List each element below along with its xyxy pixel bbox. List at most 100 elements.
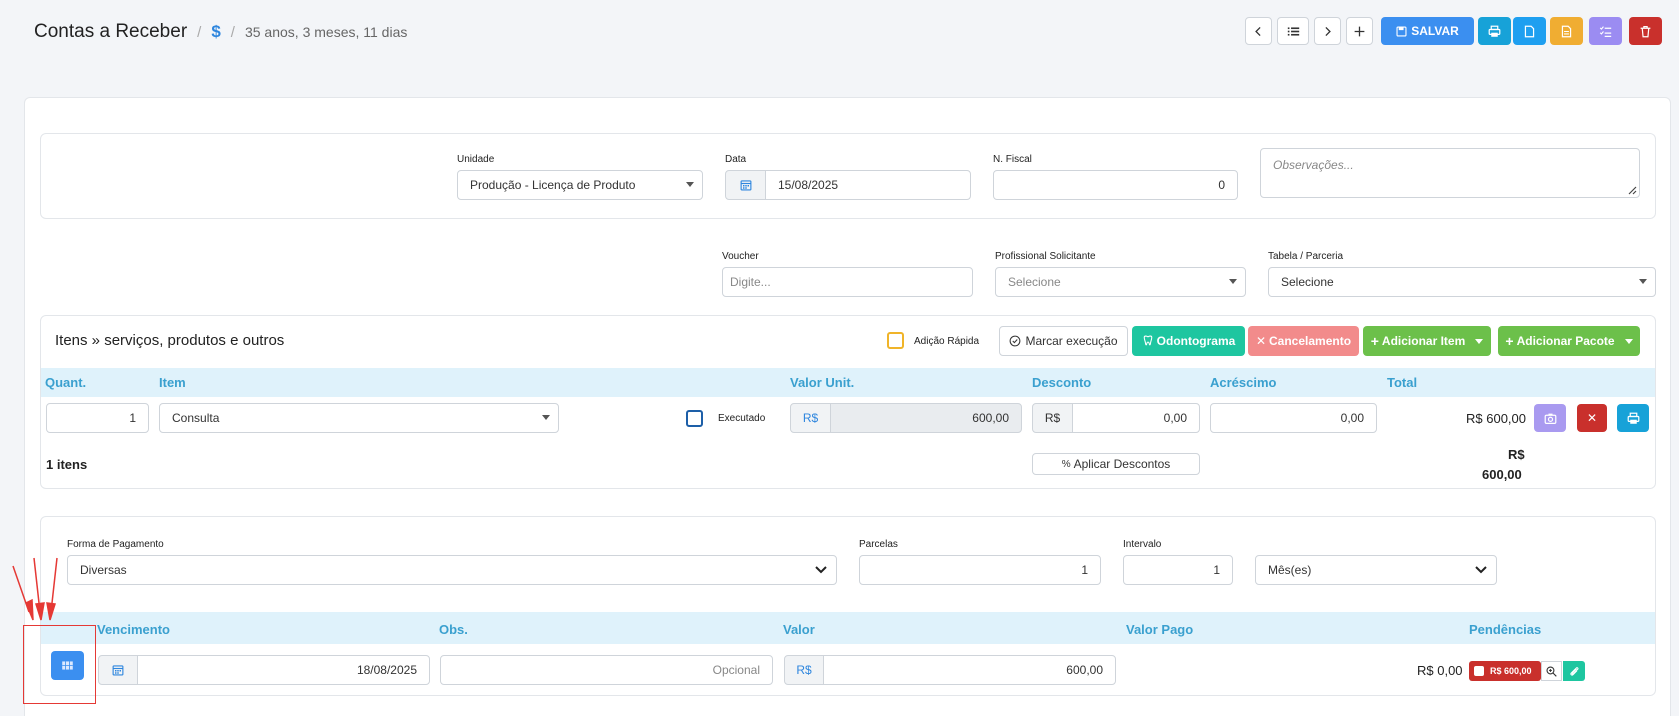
quick-add-label: Adição Rápida: [914, 336, 980, 347]
quick-add-checkbox[interactable]: [887, 332, 904, 349]
calendar-button[interactable]: [725, 170, 766, 200]
close-icon: ✕: [1586, 411, 1598, 425]
mark-execution-button[interactable]: Marcar execução: [999, 326, 1128, 356]
plus-icon: [1354, 26, 1365, 36]
calendar-icon: [112, 665, 124, 676]
tabela-label: Tabela / Parceria: [1268, 251, 1344, 262]
delete-button[interactable]: [1629, 17, 1662, 45]
voucher-input[interactable]: Digite...: [722, 267, 973, 297]
tabela-value: Selecione: [1281, 275, 1334, 289]
file-text-icon: [1561, 25, 1572, 37]
remove-item-button[interactable]: ✕: [1577, 404, 1607, 432]
save-button[interactable]: SALVAR: [1381, 17, 1474, 45]
items-table-header: Quant. Item Valor Unit. Desconto Acrésci…: [41, 368, 1655, 397]
resize-handle-icon[interactable]: [1627, 185, 1637, 195]
due-date-calendar-button[interactable]: [98, 655, 138, 685]
unidade-select[interactable]: Produção - Licença de Produto: [457, 170, 703, 200]
obs-input[interactable]: Opcional: [440, 655, 773, 685]
profissional-select[interactable]: Selecione: [995, 267, 1246, 297]
items-count: 1 itens: [46, 457, 88, 472]
intervalo-label: Intervalo: [1123, 539, 1162, 550]
checklist-icon: [1599, 25, 1612, 37]
intervalo-value: 1: [1213, 563, 1220, 577]
check-circle-icon: [1010, 335, 1021, 347]
print-button[interactable]: [1478, 17, 1511, 45]
due-date-value: 18/08/2025: [356, 663, 417, 677]
pending-badge-label: R$ 600,00: [1490, 666, 1532, 676]
file-text-button[interactable]: [1550, 17, 1583, 45]
attach-button[interactable]: [1563, 661, 1585, 681]
breadcrumb-separator: /: [197, 23, 202, 41]
zoom-in-icon: [1546, 665, 1557, 677]
nfiscal-label: N. Fiscal: [993, 154, 1032, 165]
currency-label: R$: [802, 411, 819, 425]
close-icon: ✕: [1255, 334, 1267, 348]
nfiscal-input[interactable]: 0: [993, 170, 1238, 200]
odontograma-label: Odontograma: [1156, 334, 1236, 348]
voucher-label: Voucher: [722, 251, 759, 262]
profissional-label: Profissional Solicitante: [995, 251, 1096, 262]
executed-checkbox[interactable]: [686, 410, 703, 427]
next-button[interactable]: [1314, 17, 1341, 45]
addition-input[interactable]: 0,00: [1210, 403, 1377, 433]
cancelamento-label: Cancelamento: [1269, 334, 1352, 348]
chevron-down-icon: [815, 566, 827, 574]
parcelas-input[interactable]: 1: [859, 555, 1101, 585]
print-item-button[interactable]: [1617, 404, 1649, 432]
column-header: Desconto: [1032, 375, 1092, 390]
add-item-button[interactable]: + Adicionar Item: [1363, 326, 1491, 356]
unit-value-input[interactable]: 600,00: [830, 403, 1022, 433]
plus-icon: +: [1505, 333, 1514, 349]
cancelamento-button[interactable]: ✕ Cancelamento: [1248, 326, 1359, 356]
column-header: Valor: [783, 622, 815, 637]
chevron-right-icon: [1325, 26, 1331, 36]
unit-value: 600,00: [972, 411, 1009, 425]
payment-table-header: Vencimento Obs. Valor Valor Pago Pendênc…: [41, 612, 1655, 644]
checklist-button[interactable]: [1589, 17, 1622, 45]
discount-input[interactable]: 0,00: [1072, 403, 1200, 433]
chevron-left-icon: [1255, 26, 1261, 36]
currency-addon: R$: [790, 403, 831, 433]
checkbox-icon: [1474, 666, 1484, 676]
forma-label: Forma de Pagamento: [67, 539, 164, 550]
voucher-placeholder: Digite...: [730, 275, 771, 289]
zoom-button[interactable]: [1541, 661, 1562, 681]
column-header: Vencimento: [97, 622, 170, 637]
list-button[interactable]: [1277, 17, 1309, 45]
camera-button[interactable]: [1534, 404, 1566, 432]
list-icon: [1287, 26, 1299, 36]
installment-value-input[interactable]: 600,00: [823, 655, 1116, 685]
previous-button[interactable]: [1245, 17, 1272, 45]
apply-discounts-button[interactable]: % Aplicar Descontos: [1032, 453, 1200, 475]
forma-value: Diversas: [80, 563, 127, 577]
tooth-icon: [1143, 335, 1152, 346]
item-select[interactable]: Consulta: [159, 403, 559, 433]
forma-select[interactable]: Diversas: [67, 555, 837, 585]
data-input[interactable]: 15/08/2025: [765, 170, 971, 200]
document-button[interactable]: [1513, 17, 1546, 45]
nfiscal-value: 0: [1218, 178, 1225, 192]
periodo-select[interactable]: Mês(es): [1255, 555, 1497, 585]
caret-down-icon: [1624, 338, 1633, 344]
quantity-input[interactable]: 1: [46, 403, 149, 433]
add-package-label: Adicionar Pacote: [1516, 334, 1615, 348]
caret-down-icon: [1229, 279, 1237, 284]
patient-age: 35 anos, 3 meses, 11 dias: [244, 24, 408, 40]
due-date-input[interactable]: 18/08/2025: [137, 655, 430, 685]
pending-badge[interactable]: R$ 600,00: [1469, 661, 1541, 681]
add-package-button[interactable]: + Adicionar Pacote: [1498, 326, 1640, 356]
add-item-label: Adicionar Item: [1381, 334, 1466, 348]
tabela-select[interactable]: Selecione: [1268, 267, 1656, 297]
items-title: Itens » serviços, produtos e outros: [55, 332, 285, 349]
row-total: R$ 600,00: [1466, 411, 1526, 426]
new-button[interactable]: [1346, 17, 1373, 45]
intervalo-input[interactable]: 1: [1123, 555, 1233, 585]
column-header: Obs.: [439, 622, 468, 637]
observacoes-textarea[interactable]: Observações...: [1260, 148, 1640, 198]
dollar-icon[interactable]: $: [211, 22, 220, 42]
column-header: Item: [159, 375, 186, 390]
column-header: Valor Unit.: [790, 375, 855, 390]
odontograma-button[interactable]: Odontograma: [1132, 326, 1245, 356]
percent-icon: %: [1061, 458, 1071, 470]
periodo-value: Mês(es): [1268, 563, 1312, 577]
